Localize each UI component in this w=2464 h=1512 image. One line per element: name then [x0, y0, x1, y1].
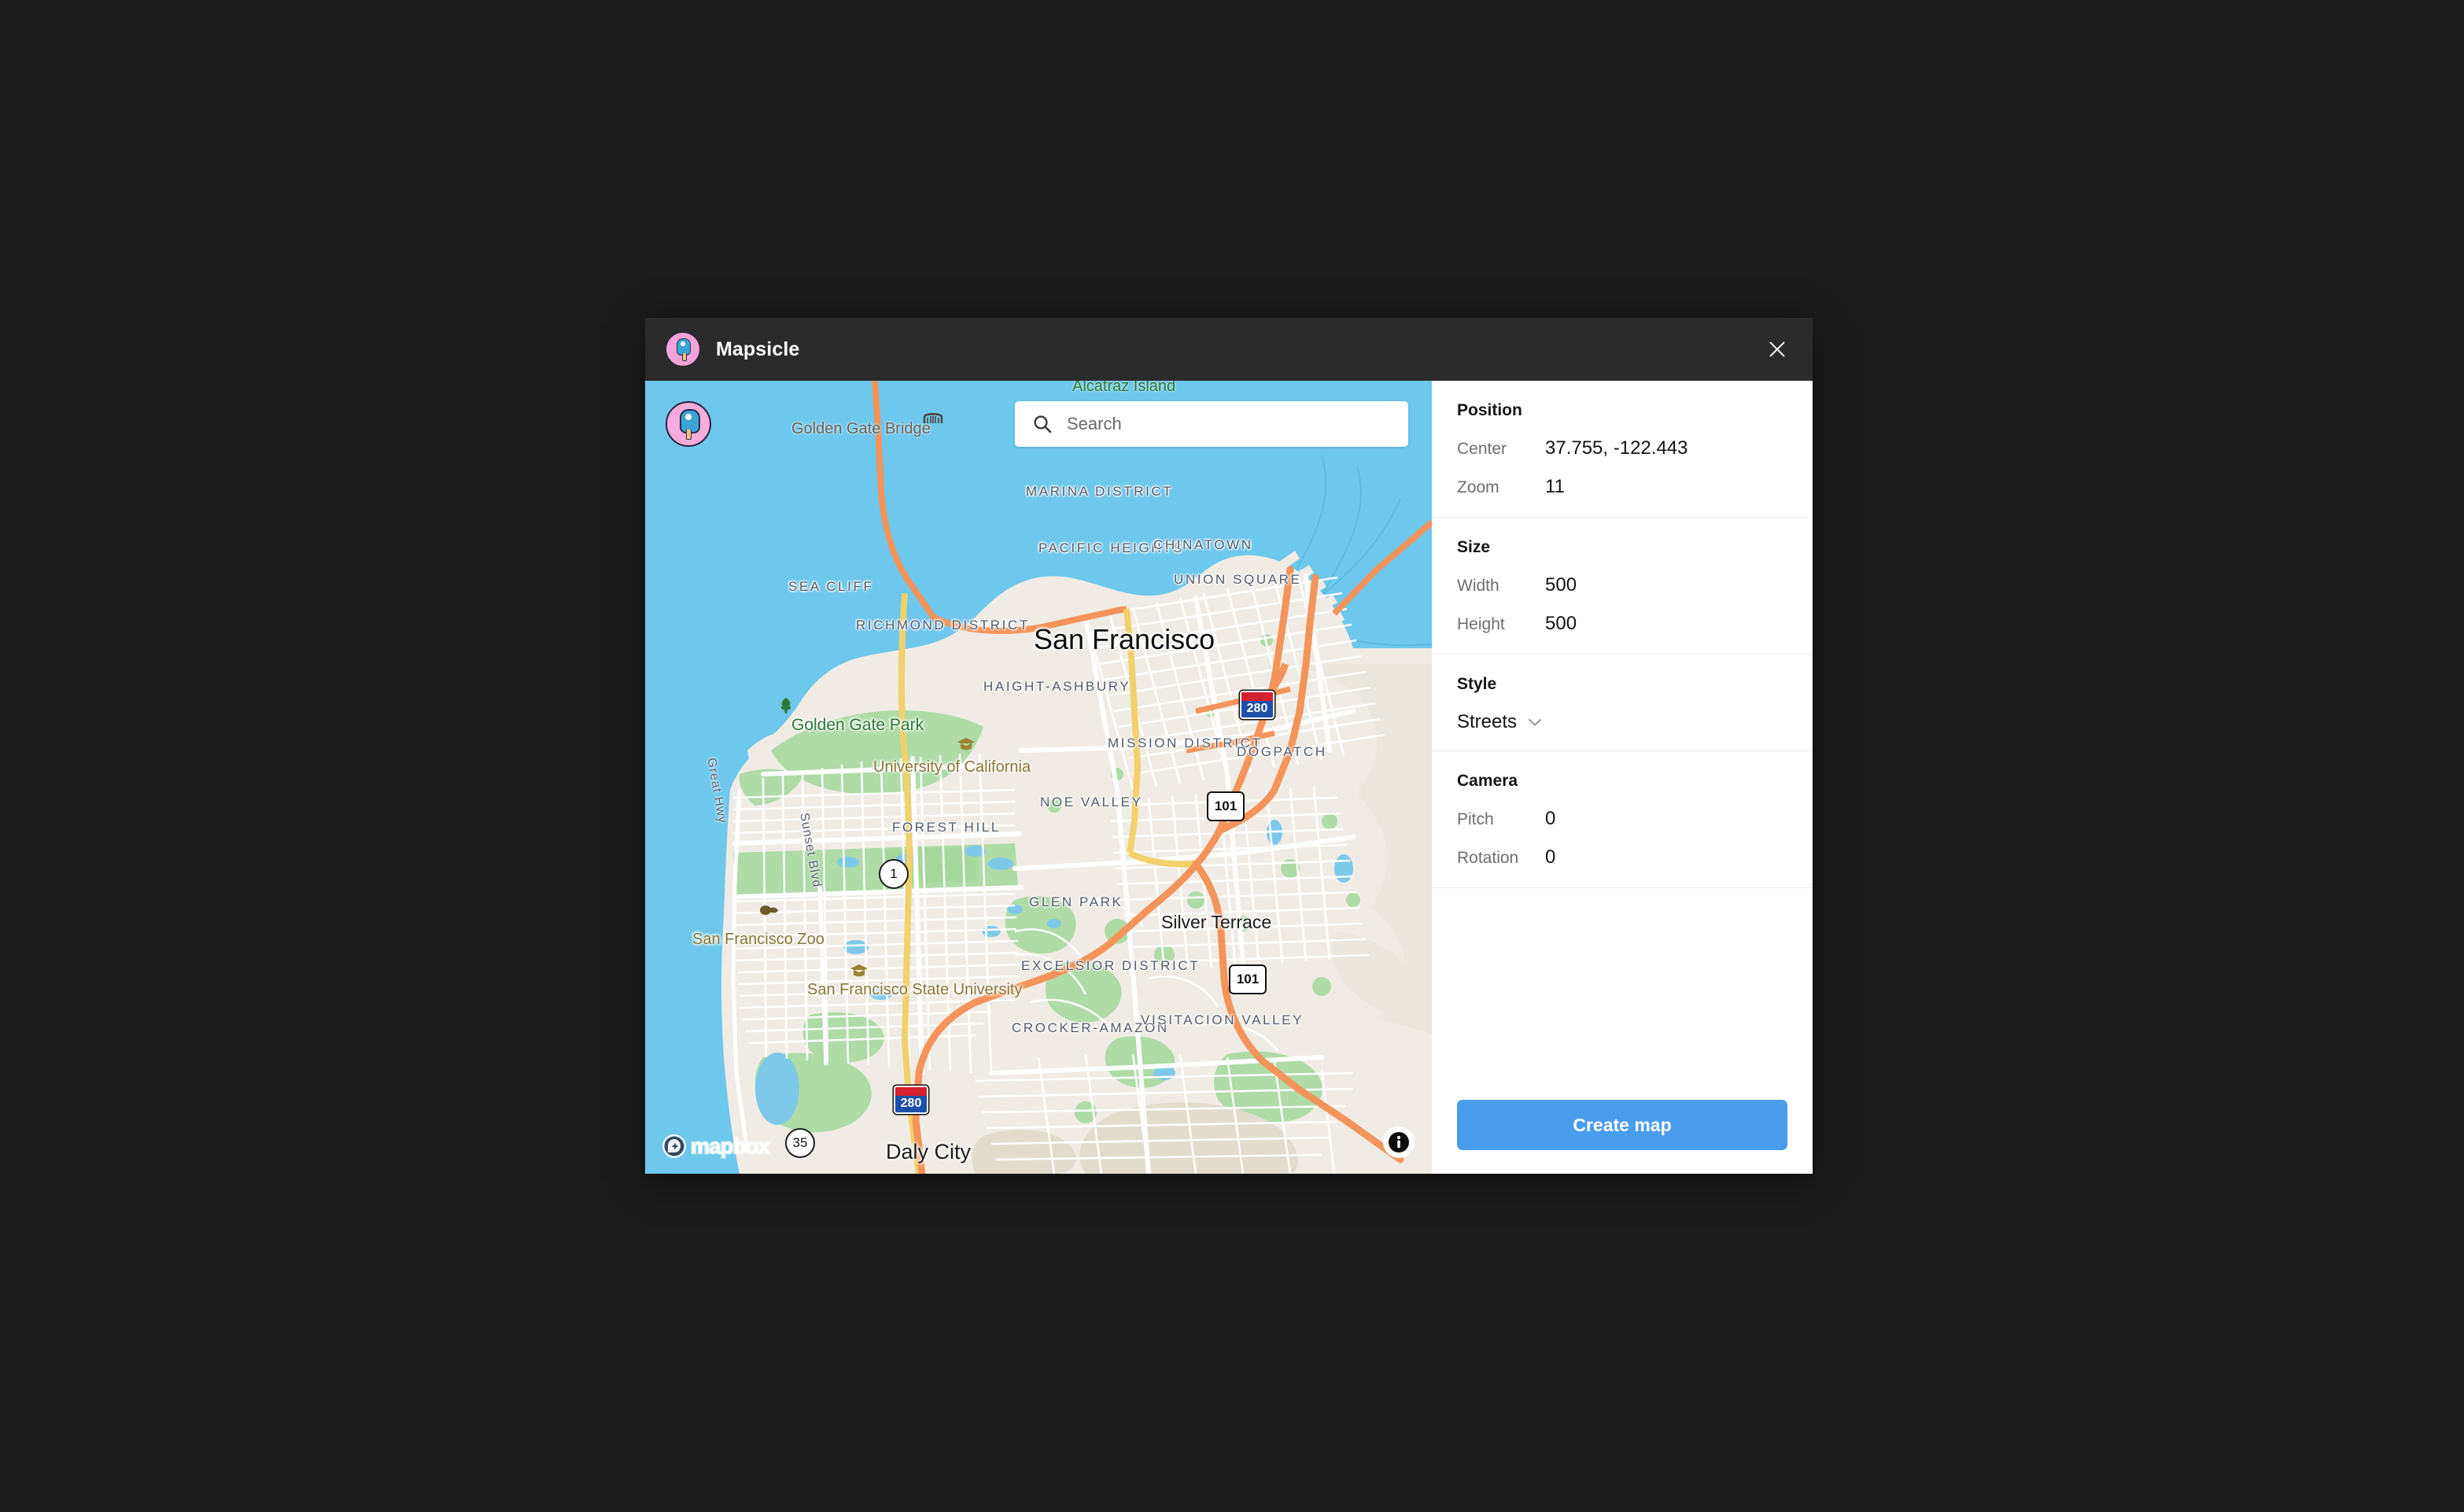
bridge-icon: [923, 413, 943, 423]
field-label: Height: [1457, 615, 1505, 633]
field-label: Width: [1457, 577, 1499, 595]
search-bar[interactable]: [1015, 401, 1408, 447]
zoo-animal-icon: [760, 905, 778, 915]
settings-panel: Position Center 37.755, -122.443 Zoom 11…: [1432, 381, 1813, 1174]
style-dropdown[interactable]: Streets: [1457, 711, 1787, 733]
info-icon[interactable]: [1383, 1127, 1415, 1158]
section-position: Position Center 37.755, -122.443 Zoom 11: [1432, 381, 1813, 518]
chevron-down-icon: [1528, 717, 1542, 727]
close-icon[interactable]: [1759, 331, 1795, 367]
map-canvas[interactable]: Alcatraz Island Golden Gate Bridge MARIN…: [645, 381, 1432, 1174]
field-label: Pitch: [1457, 810, 1494, 828]
mapbox-wordmark: mapbox: [690, 1133, 772, 1159]
field-pitch[interactable]: Pitch 0: [1457, 808, 1787, 830]
field-label: Center: [1457, 440, 1507, 458]
field-value: 500: [1545, 574, 1577, 596]
field-value: 11: [1545, 476, 1565, 497]
mapbox-logo-icon[interactable]: mapbox: [661, 1133, 772, 1160]
mapsicle-window: Mapsicle Alcatraz Island Golden Gate Bri…: [645, 318, 1813, 1174]
section-title: Camera: [1457, 772, 1518, 790]
field-center[interactable]: Center 37.755, -122.443: [1457, 437, 1787, 459]
map-graphic: [645, 381, 1432, 1174]
field-value: 37.755, -122.443: [1545, 437, 1688, 459]
popsicle-marker-icon[interactable]: [666, 401, 711, 447]
window-titlebar: Mapsicle: [645, 318, 1813, 381]
app-title: Mapsicle: [716, 337, 800, 360]
section-size: Size Width 500 Height 500: [1432, 518, 1813, 655]
create-map-button[interactable]: Create map: [1457, 1100, 1787, 1150]
search-icon: [1032, 414, 1053, 434]
field-width[interactable]: Width 500: [1457, 574, 1787, 596]
section-title: Position: [1457, 401, 1522, 419]
field-height[interactable]: Height 500: [1457, 613, 1787, 635]
panel-footer: Create map: [1432, 1078, 1813, 1174]
section-title: Size: [1457, 538, 1491, 556]
style-selected-value: Streets: [1457, 711, 1518, 732]
university-icon: [957, 738, 975, 750]
field-label: Zoom: [1457, 478, 1499, 496]
popsicle-icon: [666, 332, 700, 367]
section-title: Style: [1457, 675, 1497, 693]
field-value: 0: [1545, 808, 1556, 829]
tree-icon: [780, 698, 791, 714]
section-camera: Camera Pitch 0 Rotation 0: [1432, 751, 1813, 888]
field-zoom[interactable]: Zoom 11: [1457, 476, 1787, 498]
window-body: Alcatraz Island Golden Gate Bridge MARIN…: [645, 381, 1813, 1174]
field-rotation[interactable]: Rotation 0: [1457, 846, 1787, 868]
field-value: 500: [1545, 613, 1577, 634]
field-label: Rotation: [1457, 849, 1519, 867]
field-value: 0: [1545, 846, 1556, 868]
search-input[interactable]: [1065, 413, 1383, 435]
university-icon: [850, 964, 868, 977]
section-style: Style Streets: [1432, 655, 1813, 751]
